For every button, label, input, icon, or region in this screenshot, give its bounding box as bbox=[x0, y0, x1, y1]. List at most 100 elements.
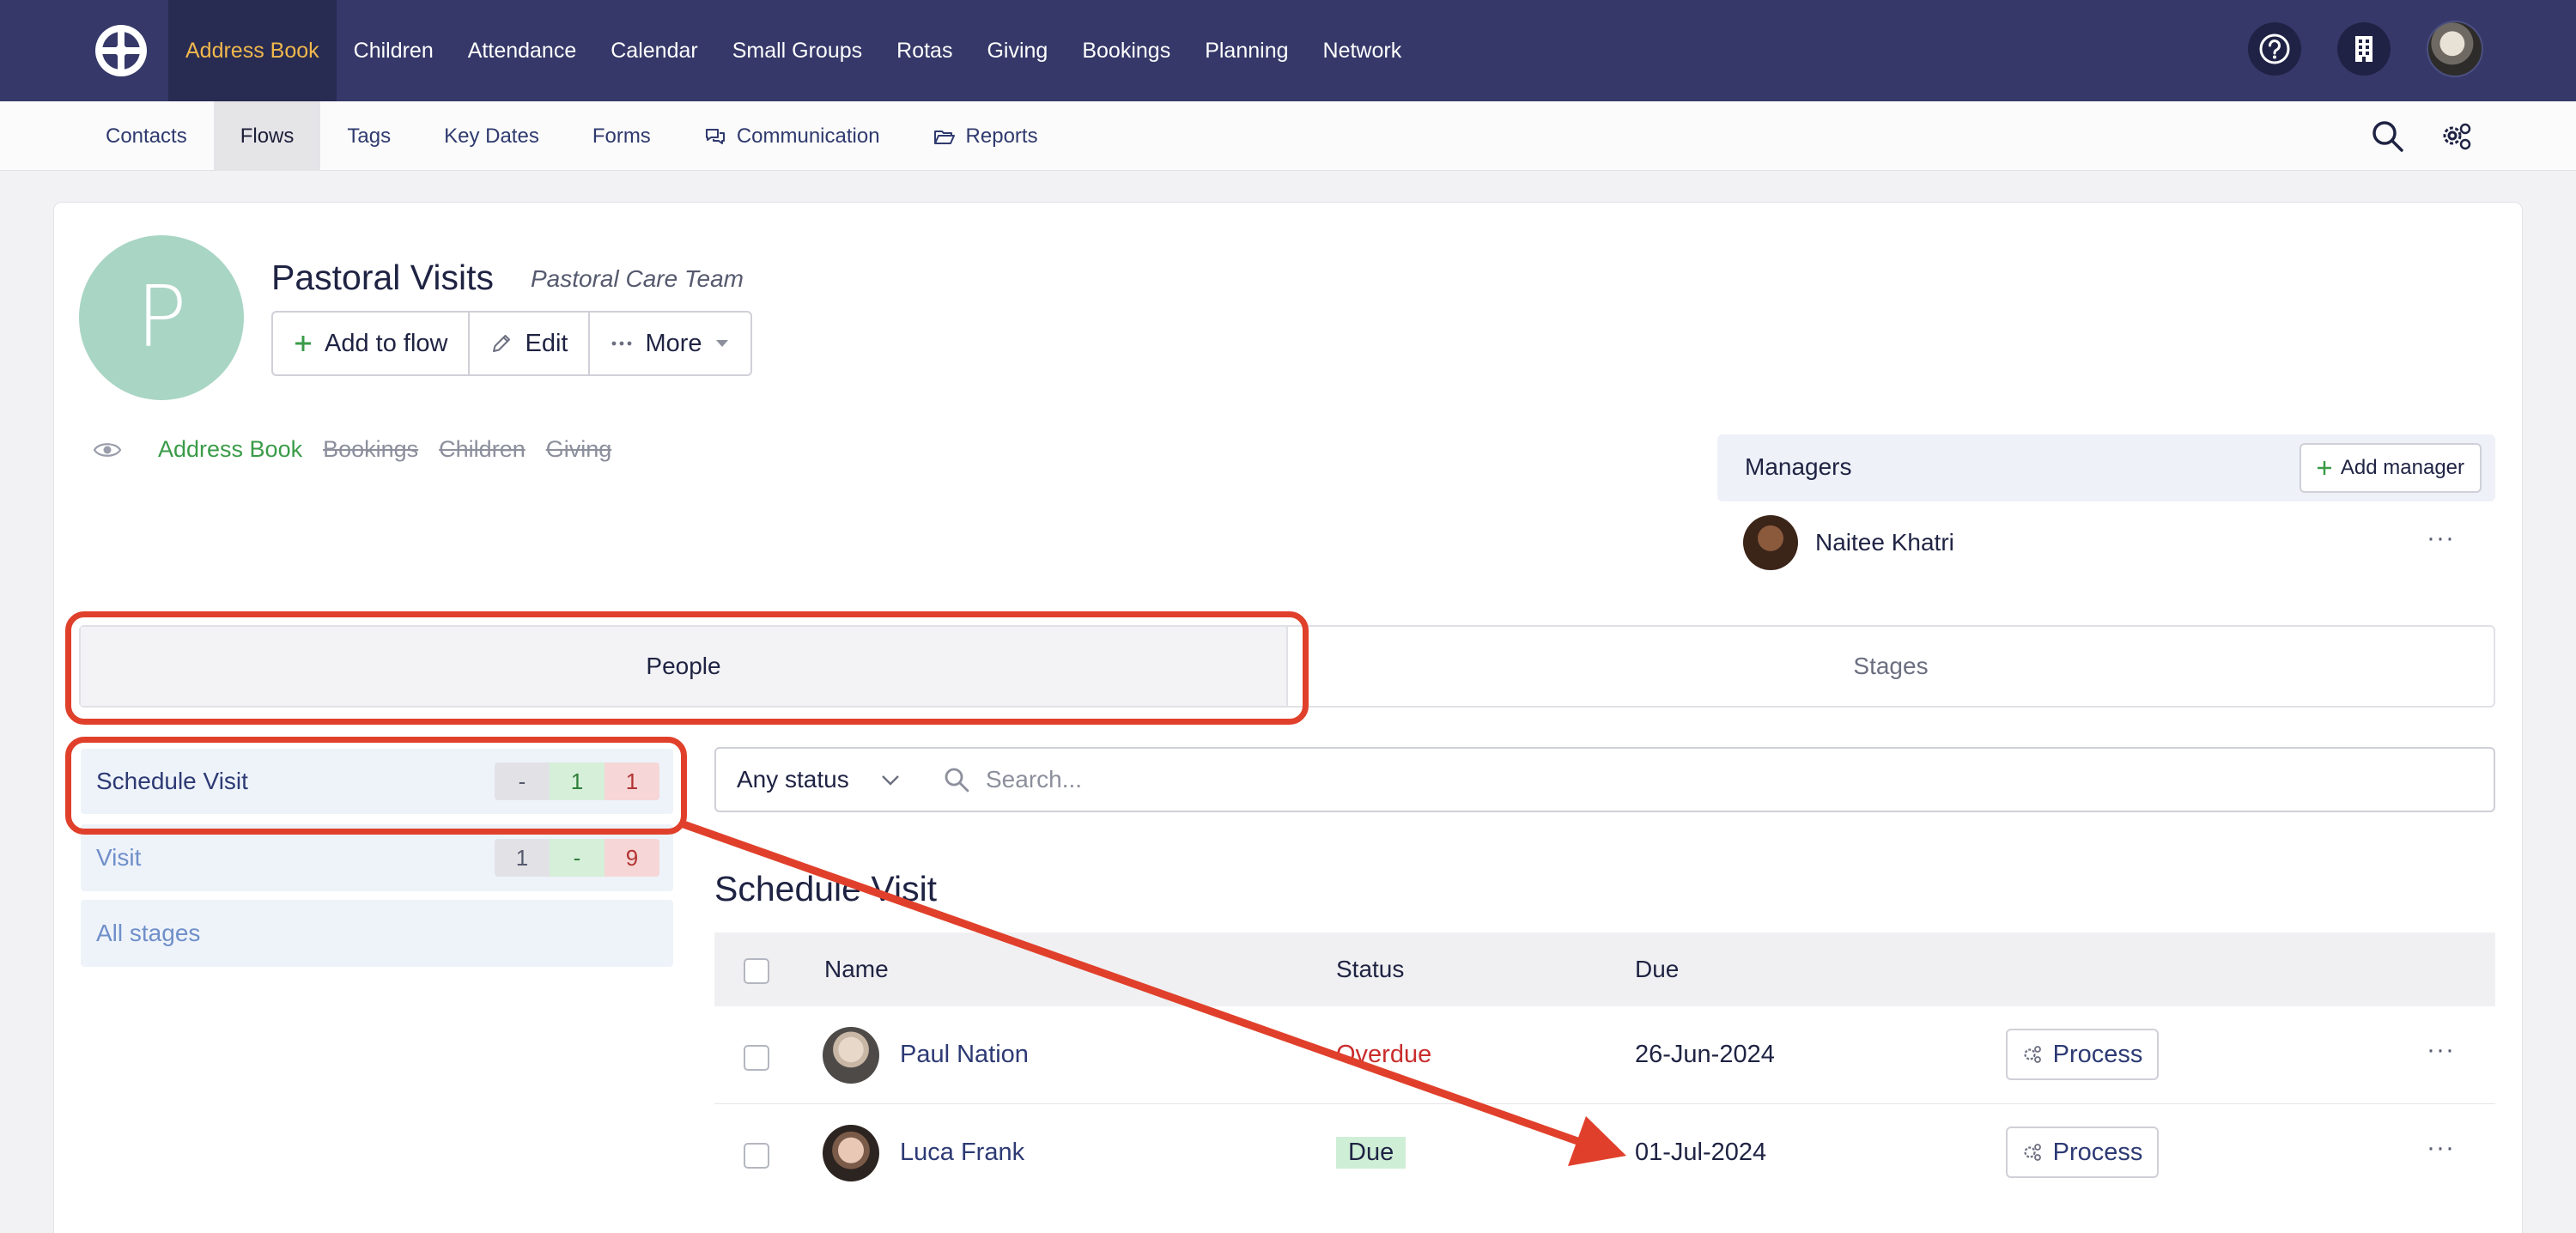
process-button[interactable]: Process bbox=[2006, 1029, 2159, 1080]
count-due: - bbox=[550, 839, 605, 877]
manager-row: Naitee Khatri bbox=[1743, 515, 1954, 570]
nav-giving[interactable]: Giving bbox=[969, 0, 1065, 101]
table-header: Name Status Due bbox=[714, 932, 2495, 1006]
sub-navigation: Contacts Flows Tags Key Dates Forms Comm… bbox=[0, 101, 2576, 171]
nav-address-book[interactable]: Address Book bbox=[168, 0, 337, 101]
status-badge: Due bbox=[1336, 1137, 1406, 1169]
top-navigation: Address Book Children Attendance Calenda… bbox=[0, 0, 2576, 101]
flow-team[interactable]: Pastoral Care Team bbox=[531, 265, 744, 293]
subnav-reports-label: Reports bbox=[965, 124, 1038, 148]
stage-schedule-visit[interactable]: Schedule Visit - 1 1 bbox=[81, 749, 673, 814]
hidden-bookings[interactable]: Bookings bbox=[323, 436, 418, 463]
plus-icon bbox=[2317, 461, 2331, 475]
add-to-flow-label: Add to flow bbox=[325, 329, 448, 357]
status-filter-value: Any status bbox=[737, 766, 849, 793]
subnav-contacts[interactable]: Contacts bbox=[79, 101, 214, 171]
stage-name: All stages bbox=[96, 920, 201, 946]
row-checkbox[interactable] bbox=[744, 1143, 769, 1169]
manager-name[interactable]: Naitee Khatri bbox=[1815, 529, 1954, 556]
user-avatar[interactable] bbox=[2427, 21, 2483, 77]
nav-small-groups[interactable]: Small Groups bbox=[715, 0, 879, 101]
stage-name: Schedule Visit bbox=[96, 768, 248, 794]
stage-name: Visit bbox=[96, 844, 142, 871]
managers-title: Managers bbox=[1745, 453, 1852, 480]
app-logo-icon[interactable] bbox=[93, 22, 149, 79]
subnav-reports[interactable]: Reports bbox=[907, 101, 1065, 171]
nav-calendar[interactable]: Calendar bbox=[593, 0, 714, 101]
help-icon bbox=[2259, 33, 2290, 64]
nav-attendance[interactable]: Attendance bbox=[451, 0, 594, 101]
row-options-icon[interactable]: ··· bbox=[2427, 1133, 2455, 1163]
tab-people[interactable]: People bbox=[81, 627, 1288, 706]
ellipsis-icon bbox=[612, 341, 632, 346]
edit-button[interactable]: Edit bbox=[470, 313, 591, 374]
stage-section-title: Schedule Visit bbox=[714, 869, 938, 908]
organisation-button[interactable] bbox=[2337, 22, 2391, 76]
subnav-communication[interactable]: Communication bbox=[677, 101, 907, 171]
subnav-key-dates[interactable]: Key Dates bbox=[417, 101, 566, 171]
stage-visit[interactable]: Visit 1 - 9 bbox=[81, 824, 673, 891]
avatar bbox=[823, 1027, 879, 1084]
column-due[interactable]: Due bbox=[1635, 956, 1679, 983]
status-badge: Overdue bbox=[1336, 1041, 1432, 1068]
search-icon bbox=[945, 768, 969, 793]
manager-options-icon[interactable]: ··· bbox=[2427, 524, 2455, 553]
count-due: 1 bbox=[550, 762, 605, 800]
nav-children[interactable]: Children bbox=[337, 0, 451, 101]
table-row: Luca Frank Due 01-Jul-2024 Process ··· bbox=[714, 1104, 2495, 1202]
subnav-communication-label: Communication bbox=[736, 124, 880, 148]
flow-actions: Add to flow Edit More bbox=[271, 311, 752, 376]
subnav-forms[interactable]: Forms bbox=[566, 101, 677, 171]
help-button[interactable] bbox=[2248, 22, 2301, 76]
nav-rotas[interactable]: Rotas bbox=[879, 0, 969, 101]
visibility-row: Address Book Bookings Children Giving bbox=[93, 436, 611, 463]
process-button[interactable]: Process bbox=[2006, 1127, 2159, 1178]
due-date: 26-Jun-2024 bbox=[1635, 1041, 1775, 1068]
column-status[interactable]: Status bbox=[1336, 956, 1404, 983]
avatar bbox=[823, 1125, 879, 1181]
count-overdue: 9 bbox=[605, 839, 659, 877]
add-manager-button[interactable]: Add manager bbox=[2299, 443, 2482, 493]
person-name[interactable]: Paul Nation bbox=[900, 1041, 1029, 1069]
select-all-checkbox[interactable] bbox=[744, 958, 769, 984]
visible-address-book[interactable]: Address Book bbox=[158, 436, 302, 463]
more-label: More bbox=[645, 329, 702, 357]
building-icon bbox=[2355, 36, 2372, 62]
flow-tabs: People Stages bbox=[79, 625, 2495, 708]
stage-counts: 1 - 9 bbox=[495, 839, 659, 877]
tab-stages[interactable]: Stages bbox=[1288, 627, 2494, 706]
row-checkbox[interactable] bbox=[744, 1045, 769, 1071]
manager-avatar bbox=[1743, 515, 1798, 570]
managers-header: Managers Add manager bbox=[1717, 434, 2495, 501]
nav-bookings[interactable]: Bookings bbox=[1065, 0, 1188, 101]
more-button[interactable]: More bbox=[590, 313, 750, 374]
chat-bubbles-icon bbox=[705, 128, 725, 144]
count-upcoming: - bbox=[495, 762, 550, 800]
add-manager-label: Add manager bbox=[2340, 456, 2464, 479]
process-label: Process bbox=[2052, 1040, 2143, 1068]
person-name[interactable]: Luca Frank bbox=[900, 1139, 1024, 1167]
gears-icon bbox=[2024, 1046, 2041, 1063]
settings-gears-icon[interactable] bbox=[2439, 118, 2475, 155]
status-filter-select[interactable]: Any status bbox=[714, 747, 924, 812]
stage-all-stages[interactable]: All stages bbox=[81, 900, 673, 967]
due-date: 01-Jul-2024 bbox=[1635, 1139, 1767, 1166]
row-options-icon[interactable]: ··· bbox=[2427, 1036, 2455, 1065]
hidden-giving[interactable]: Giving bbox=[546, 436, 612, 463]
column-name[interactable]: Name bbox=[824, 956, 889, 983]
process-label: Process bbox=[2052, 1138, 2143, 1166]
nav-planning[interactable]: Planning bbox=[1188, 0, 1305, 101]
subnav-flows[interactable]: Flows bbox=[213, 101, 321, 171]
search-input[interactable] bbox=[986, 766, 2360, 793]
search-icon[interactable] bbox=[2370, 118, 2406, 155]
flow-avatar: P bbox=[79, 235, 244, 400]
pencil-icon bbox=[493, 335, 511, 352]
search-field bbox=[922, 747, 2495, 812]
edit-label: Edit bbox=[525, 329, 568, 357]
hidden-children[interactable]: Children bbox=[439, 436, 526, 463]
flow-title: Pastoral Visits bbox=[271, 258, 495, 297]
nav-network[interactable]: Network bbox=[1306, 0, 1419, 101]
subnav-tags[interactable]: Tags bbox=[320, 101, 417, 171]
add-to-flow-button[interactable]: Add to flow bbox=[273, 313, 471, 374]
folder-open-icon bbox=[933, 130, 955, 144]
